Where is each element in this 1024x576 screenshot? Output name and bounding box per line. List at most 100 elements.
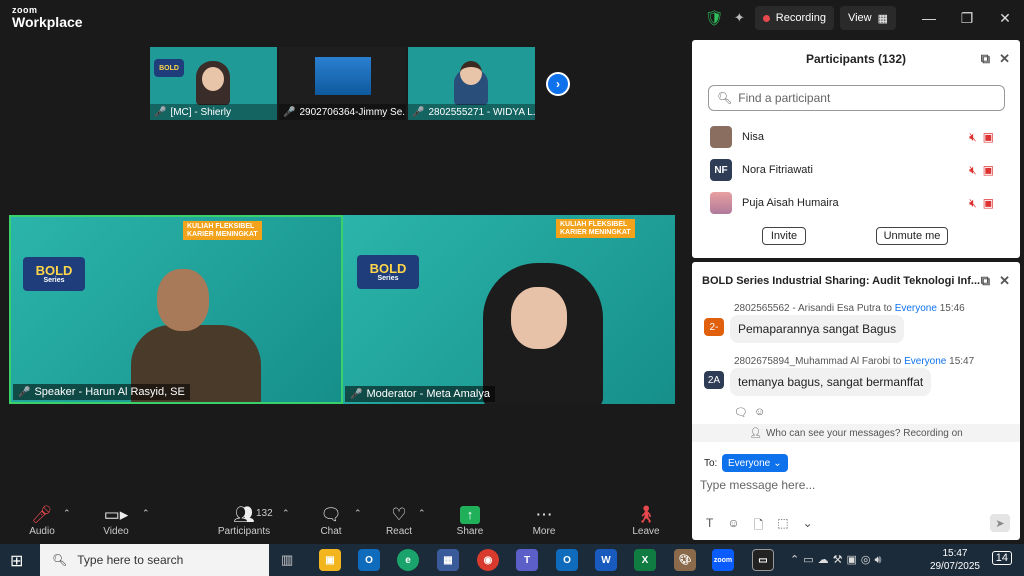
- moderator-video-tile[interactable]: KULIAH FLEKSIBEL KARIER MENINGKAT BOLD Ser…: [343, 215, 675, 404]
- participant-row[interactable]: NF Nora Fitriawati 🔇︎▣: [710, 157, 1000, 183]
- excel-icon[interactable]: X: [634, 549, 656, 571]
- view-button[interactable]: View ▦: [839, 6, 896, 30]
- emoji-react-icon[interactable]: ☺: [754, 406, 765, 418]
- reply-icon[interactable]: 🗨︎: [734, 406, 748, 419]
- zoom-logo: zoom Workplace: [12, 6, 83, 30]
- shield-icon[interactable]: 🛡: [705, 9, 724, 27]
- chat-button[interactable]: 🗨︎ Chat: [301, 504, 361, 537]
- teams-icon[interactable]: T: [516, 549, 538, 571]
- invite-button[interactable]: Invite: [762, 227, 806, 245]
- chat-message[interactable]: temanya bagus, sangat bermanffat: [730, 368, 932, 396]
- unmute-me-button[interactable]: Unmute me: [876, 227, 948, 245]
- people-icon: 👥︎: [233, 505, 255, 524]
- popout-icon[interactable]: ⧉: [981, 51, 990, 67]
- thumbnail-strip: BOLD 🎤 [MC] - Shierly 🎤 2902706364-Jimmy S…: [150, 47, 535, 120]
- bold-series-logo: BOLD: [154, 59, 184, 77]
- task-view-icon[interactable]: ▥: [281, 552, 293, 568]
- mic-off-icon: 🎤: [154, 106, 167, 118]
- close-icon[interactable]: ✕: [999, 273, 1010, 289]
- event-badge: KULIAH FLEKSIBEL KARIER MENINGKAT: [183, 221, 262, 241]
- chat-avatar: 2-: [704, 318, 724, 336]
- mic-off-icon: 🎤: [350, 388, 363, 400]
- restore-button[interactable]: ❐: [948, 0, 986, 36]
- next-page-button[interactable]: ›: [546, 72, 570, 96]
- thumbnail-video[interactable]: 🎤 2802555271 - WIDYA L...: [408, 47, 535, 120]
- more-label: More: [532, 526, 556, 537]
- file-explorer-icon[interactable]: ▣: [319, 549, 341, 571]
- message-recipient: Everyone: [894, 303, 937, 314]
- more-chevron-icon[interactable]: ⌄: [803, 516, 813, 537]
- system-tray-icons[interactable]: ⌃▭☁⚒▣◎🔊︎: [790, 553, 885, 567]
- windows-start-icon[interactable]: ⊞: [10, 551, 23, 571]
- share-button[interactable]: ↑ Share: [440, 504, 500, 537]
- popout-icon[interactable]: ⧉: [981, 273, 990, 289]
- chevron-down-icon: ⌄: [773, 457, 782, 469]
- system-clock[interactable]: 15:47 29/07/2025: [930, 547, 980, 573]
- send-icon[interactable]: ➤: [990, 514, 1010, 532]
- bold-series-logo: BOLD Series: [357, 255, 419, 289]
- close-icon[interactable]: ✕: [999, 51, 1010, 67]
- edge-icon[interactable]: e: [397, 549, 419, 571]
- tile-caption: 🎤 Speaker - Harun Al Rasyid, SE: [13, 384, 190, 400]
- recipient-dropdown[interactable]: Everyone ⌄: [722, 454, 788, 472]
- thumbnail-video[interactable]: BOLD 🎤 [MC] - Shierly: [150, 47, 277, 120]
- muted-camera-off-icon: 🔇︎▣: [969, 195, 1000, 210]
- paint-icon[interactable]: 🎨︎: [674, 549, 696, 571]
- zoom-app-icon[interactable]: zoom: [712, 549, 734, 571]
- share-label: Share: [456, 526, 484, 537]
- thumbnail-label: [MC] - Shierly: [170, 106, 232, 118]
- screenshot-icon[interactable]: ⬚: [777, 516, 788, 537]
- notification-icon[interactable]: 14: [991, 551, 1012, 565]
- participant-name: Nora Fitriawati: [742, 164, 813, 176]
- privacy-notice[interactable]: 👤︎ Who can see your messages? Recording …: [692, 424, 1020, 442]
- message-meta: 2802675894_Muhammad Al Farobi to Everyon…: [734, 356, 974, 367]
- avatar: [710, 192, 732, 214]
- chat-message[interactable]: Pemaparannya sangat Bagus: [730, 315, 905, 343]
- clock-time: 15:47: [942, 548, 968, 559]
- terminal-icon[interactable]: ▭: [752, 549, 774, 571]
- participant-search-input[interactable]: 🔍︎ Find a participant: [708, 85, 1005, 111]
- minimize-button[interactable]: —: [910, 0, 948, 36]
- file-icon[interactable]: 🗋: [754, 516, 764, 537]
- recording-label: Recording: [775, 12, 826, 24]
- react-label: React: [385, 526, 413, 537]
- leave-button[interactable]: 🚶︎ Leave: [616, 504, 676, 537]
- participants-header: Participants (132) ⧉ ✕: [692, 40, 1020, 78]
- react-options-caret[interactable]: ⌃: [418, 508, 426, 519]
- store-icon[interactable]: ▦: [437, 549, 459, 571]
- chat-options-caret[interactable]: ⌃: [354, 508, 362, 519]
- sparkle-icon[interactable]: ✦: [734, 10, 745, 26]
- participant-row[interactable]: Puja Aisah Humaira 🔇︎▣: [710, 190, 1000, 216]
- tile-label: Moderator - Meta Amalya: [366, 388, 490, 400]
- heart-icon: ♡: [391, 505, 407, 524]
- mic-off-icon: 🎤: [283, 106, 296, 118]
- video-options-caret[interactable]: ⌃: [142, 508, 150, 519]
- word-icon[interactable]: W: [595, 549, 617, 571]
- close-window-button[interactable]: ✕: [986, 0, 1024, 36]
- participants-options-caret[interactable]: ⌃: [282, 508, 290, 519]
- message-input[interactable]: Type message here...: [700, 478, 1000, 496]
- audio-options-caret[interactable]: ⌃: [63, 508, 71, 519]
- search-placeholder: Find a participant: [738, 91, 831, 105]
- format-text-icon[interactable]: T: [706, 516, 713, 537]
- outlook-new-icon[interactable]: O: [556, 549, 578, 571]
- record-dot-icon: [762, 14, 770, 22]
- to-label: To:: [704, 458, 718, 469]
- chrome-icon[interactable]: ◉: [477, 549, 499, 571]
- speaker-video-tile[interactable]: KULIAH FLEKSIBEL KARIER MENINGKAT BOLD Ser…: [9, 215, 343, 404]
- recording-indicator[interactable]: Recording: [754, 6, 834, 30]
- taskbar-search-input[interactable]: 🔍︎ Type here to search: [40, 544, 269, 576]
- moderator-face: [511, 287, 567, 349]
- outlook-icon[interactable]: O: [358, 549, 380, 571]
- thumbnail-label: 2902706364-Jimmy Se...: [299, 106, 406, 118]
- emoji-icon[interactable]: ☺: [727, 516, 739, 537]
- video-button[interactable]: ▭▸ Video: [86, 504, 146, 537]
- participant-row[interactable]: Nisa 🔇︎▣: [710, 124, 1000, 150]
- message-time: 15:47: [949, 356, 975, 367]
- more-button[interactable]: ⋯ More: [514, 504, 574, 537]
- thumbnail-caption: 🎤 2802555271 - WIDYA L...: [408, 104, 535, 120]
- message-time: 15:46: [939, 303, 965, 314]
- thumbnail-video[interactable]: 🎤 2902706364-Jimmy Se...: [279, 47, 406, 120]
- event-badge: KULIAH FLEKSIBEL KARIER MENINGKAT: [556, 219, 635, 239]
- message-to-word: to: [883, 303, 892, 314]
